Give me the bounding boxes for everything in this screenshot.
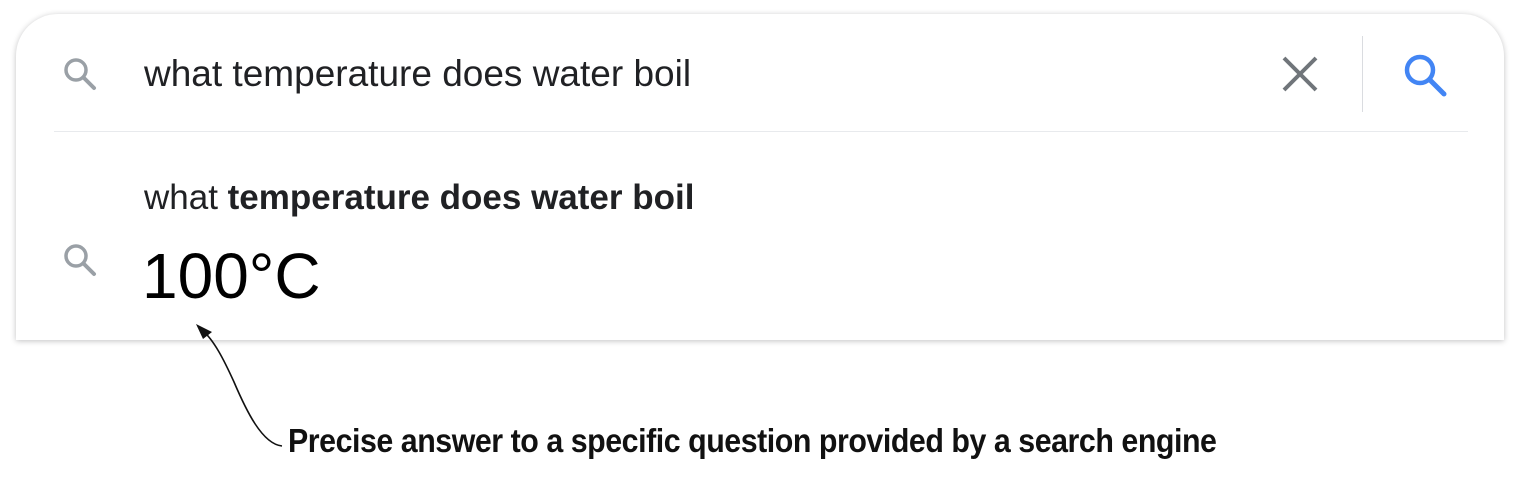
search-icon [60, 54, 100, 94]
suggestion-prefix: what [144, 178, 228, 217]
search-icon [60, 240, 100, 280]
clear-button[interactable] [1278, 52, 1322, 96]
callout-text: Precise answer to a specific question pr… [288, 422, 1217, 459]
suggestion-text: what temperature does water boil [144, 178, 694, 218]
search-bar [16, 14, 1504, 132]
suggestion-item[interactable]: what temperature does water boil 100°C [16, 132, 1504, 340]
suggestion-bold-text: temperature does water boil [227, 178, 695, 217]
toolbar-divider [1362, 36, 1363, 112]
close-icon [1282, 56, 1318, 92]
search-box: what temperature does water boil 100°C [16, 14, 1504, 340]
search-submit-button[interactable] [1400, 50, 1450, 100]
search-input[interactable] [144, 50, 1244, 98]
instant-answer: 100°C [142, 240, 321, 312]
search-icon [1404, 54, 1447, 97]
